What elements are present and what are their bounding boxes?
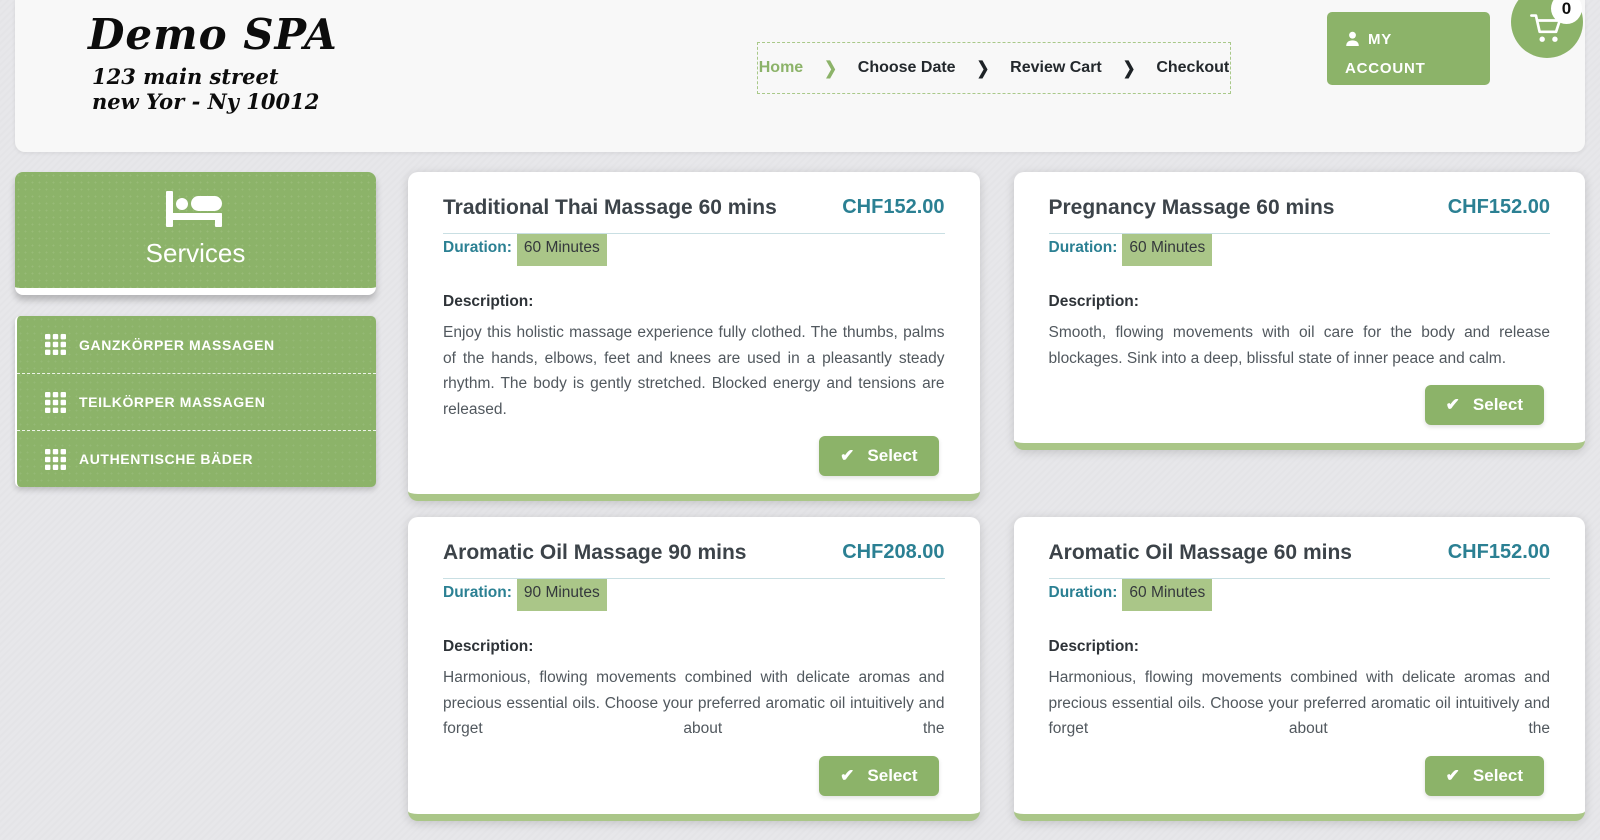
service-description: Harmonious, flowing movements combined w… bbox=[443, 665, 945, 742]
services-header-card: Services bbox=[15, 172, 376, 295]
select-button[interactable]: ✔ Select bbox=[819, 436, 938, 476]
grid-icon bbox=[45, 392, 66, 413]
description-label: Description: bbox=[443, 638, 945, 656]
select-label: Select bbox=[867, 766, 917, 786]
select-label: Select bbox=[1473, 395, 1523, 415]
service-price: CHF152.00 bbox=[1448, 196, 1550, 219]
service-description: Smooth, flowing movements with oil care … bbox=[1049, 320, 1551, 371]
service-price: CHF208.00 bbox=[842, 541, 944, 564]
sidebar: Services GANZKÖRPER MASSAGEN bbox=[15, 172, 376, 487]
service-card: Traditional Thai Massage 60 mins CHF152.… bbox=[408, 172, 980, 501]
logo-title: Demo SPA bbox=[88, 12, 338, 58]
select-button[interactable]: ✔ Select bbox=[1425, 385, 1544, 425]
service-card: Aromatic Oil Massage 60 mins CHF152.00 D… bbox=[1014, 517, 1586, 821]
logo-address-line1: 123 main street bbox=[92, 64, 338, 89]
description-label: Description: bbox=[1049, 293, 1551, 311]
bed-icon bbox=[164, 191, 228, 229]
sidebar-item-label: AUTHENTISCHE BÄDER bbox=[79, 451, 253, 467]
breadcrumb: Home ❯ Choose Date ❯ Review Cart ❯ Check… bbox=[757, 42, 1231, 94]
duration-value: 60 Minutes bbox=[1122, 579, 1212, 611]
duration-row: Duration: 90 Minutes bbox=[443, 579, 945, 611]
duration-value: 60 Minutes bbox=[517, 234, 607, 266]
sidebar-item-ganzkoerper-massagen[interactable]: GANZKÖRPER MASSAGEN bbox=[17, 316, 376, 373]
duration-value: 60 Minutes bbox=[1122, 234, 1212, 266]
header: Demo SPA 123 main street new Yor - Ny 10… bbox=[15, 0, 1585, 152]
duration-value: 90 Minutes bbox=[517, 579, 607, 611]
chevron-right-icon: ❯ bbox=[977, 58, 990, 79]
check-icon: ✔ bbox=[840, 766, 854, 786]
sidebar-item-label: TEILKÖRPER MASSAGEN bbox=[79, 394, 265, 410]
card-header: Pregnancy Massage 60 mins CHF152.00 bbox=[1049, 196, 1551, 234]
sidebar-item-label: GANZKÖRPER MASSAGEN bbox=[79, 337, 275, 353]
check-icon: ✔ bbox=[1446, 766, 1460, 786]
service-price: CHF152.00 bbox=[842, 196, 944, 219]
service-description: Enjoy this holistic massage experience f… bbox=[443, 320, 945, 422]
service-grid: Traditional Thai Massage 60 mins CHF152.… bbox=[408, 172, 1585, 821]
select-label: Select bbox=[1473, 766, 1523, 786]
check-icon: ✔ bbox=[1446, 395, 1460, 415]
duration-label: Duration: bbox=[443, 579, 512, 602]
service-title: Traditional Thai Massage 60 mins bbox=[443, 196, 777, 220]
duration-label: Duration: bbox=[1049, 579, 1118, 602]
person-icon bbox=[1345, 31, 1360, 46]
service-card: Pregnancy Massage 60 mins CHF152.00 Dura… bbox=[1014, 172, 1586, 450]
description-label: Description: bbox=[1049, 638, 1551, 656]
logo: Demo SPA 123 main street new Yor - Ny 10… bbox=[88, 12, 338, 115]
card-actions: ✔ Select bbox=[1049, 756, 1551, 796]
logo-address-line2: new Yor - Ny 10012 bbox=[92, 89, 338, 114]
grid-icon bbox=[45, 449, 66, 470]
sidebar-item-teilkoerper-massagen[interactable]: TEILKÖRPER MASSAGEN bbox=[17, 373, 376, 430]
content: Services GANZKÖRPER MASSAGEN bbox=[0, 152, 1600, 821]
logo-address: 123 main street new Yor - Ny 10012 bbox=[92, 64, 338, 114]
card-actions: ✔ Select bbox=[443, 436, 945, 476]
service-card: Aromatic Oil Massage 90 mins CHF208.00 D… bbox=[408, 517, 980, 821]
duration-label: Duration: bbox=[1049, 234, 1118, 257]
service-price: CHF152.00 bbox=[1448, 541, 1550, 564]
duration-row: Duration: 60 Minutes bbox=[443, 234, 945, 266]
breadcrumb-choose-date[interactable]: Choose Date bbox=[858, 59, 956, 77]
select-button[interactable]: ✔ Select bbox=[1425, 756, 1544, 796]
my-account-button[interactable]: MY ACCOUNT bbox=[1327, 12, 1490, 85]
select-button[interactable]: ✔ Select bbox=[819, 756, 938, 796]
grid-icon bbox=[45, 334, 66, 355]
card-header: Aromatic Oil Massage 60 mins CHF152.00 bbox=[1049, 541, 1551, 579]
service-title: Aromatic Oil Massage 60 mins bbox=[1049, 541, 1352, 565]
chevron-right-icon: ❯ bbox=[824, 58, 837, 79]
service-title: Pregnancy Massage 60 mins bbox=[1049, 196, 1335, 220]
breadcrumb-review-cart[interactable]: Review Cart bbox=[1010, 59, 1102, 77]
description-label: Description: bbox=[443, 293, 945, 311]
service-title: Aromatic Oil Massage 90 mins bbox=[443, 541, 746, 565]
duration-row: Duration: 60 Minutes bbox=[1049, 579, 1551, 611]
category-menu: GANZKÖRPER MASSAGEN TEILKÖRPER MASSAGEN bbox=[15, 316, 376, 487]
card-actions: ✔ Select bbox=[1049, 385, 1551, 425]
card-header: Aromatic Oil Massage 90 mins CHF208.00 bbox=[443, 541, 945, 579]
chevron-right-icon: ❯ bbox=[1123, 58, 1136, 79]
card-header: Traditional Thai Massage 60 mins CHF152.… bbox=[443, 196, 945, 234]
service-description: Harmonious, flowing movements combined w… bbox=[1049, 665, 1551, 742]
select-label: Select bbox=[867, 446, 917, 466]
check-icon: ✔ bbox=[840, 446, 854, 466]
sidebar-item-authentische-baeder[interactable]: AUTHENTISCHE BÄDER bbox=[17, 430, 376, 487]
card-actions: ✔ Select bbox=[443, 756, 945, 796]
duration-row: Duration: 60 Minutes bbox=[1049, 234, 1551, 266]
services-title: Services bbox=[146, 238, 246, 269]
duration-label: Duration: bbox=[443, 234, 512, 257]
breadcrumb-home[interactable]: Home bbox=[759, 59, 803, 77]
breadcrumb-checkout[interactable]: Checkout bbox=[1156, 59, 1229, 77]
